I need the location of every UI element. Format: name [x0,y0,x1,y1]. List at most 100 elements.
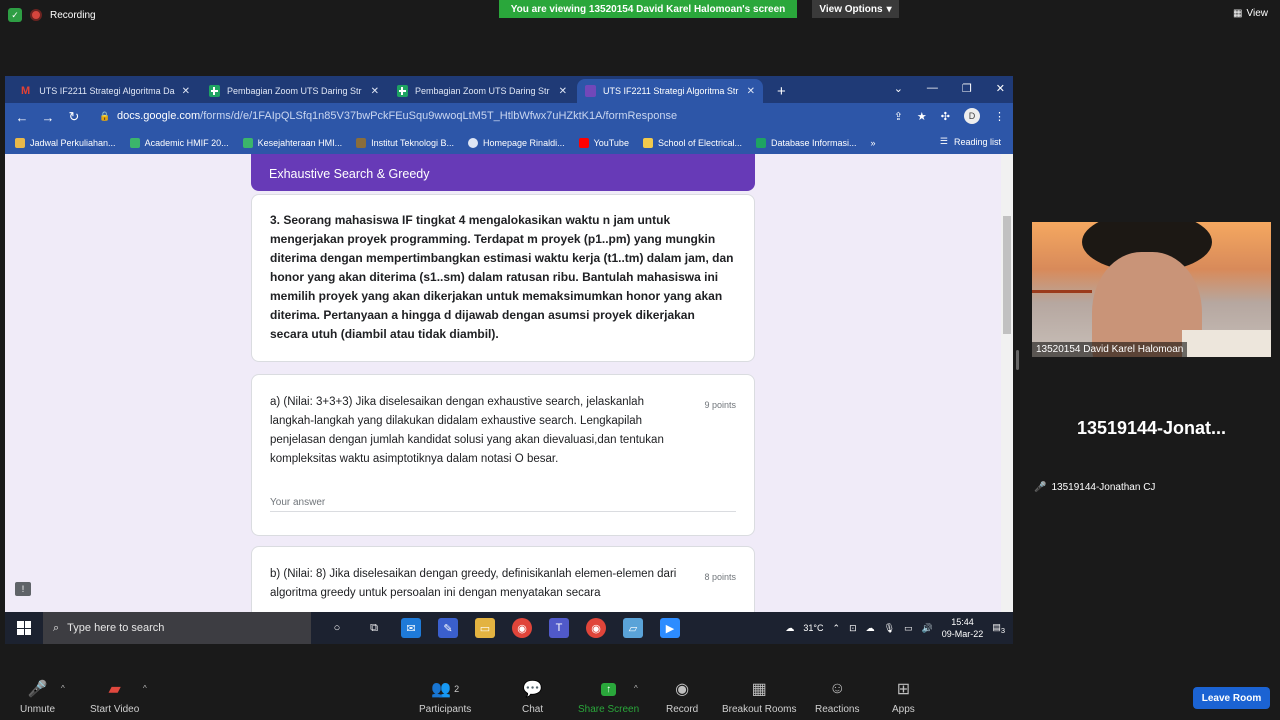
temperature[interactable]: 31°C [803,623,823,633]
url-path: /forms/d/e/1FAIpQLSfq1n85V37bwPckFEuSqu9… [200,110,678,122]
extensions-icon[interactable]: ✣ [941,110,950,123]
cloud-icon[interactable]: ☁ [866,623,875,634]
participant-video-1[interactable] [1032,222,1271,357]
cortana-icon[interactable]: ○ [327,618,347,638]
share-icon[interactable]: ⇪ [894,110,903,123]
volume-icon[interactable]: 🔊 [922,623,933,634]
breakout-rooms-icon: ▦ [751,681,767,698]
gmail-icon: M [21,85,31,97]
panel-resize-handle[interactable] [1016,350,1019,370]
chat-label: Chat [522,704,544,715]
start-video-button[interactable]: ▰ Start Video [90,680,139,715]
bookmark-star-icon[interactable]: ★ [917,110,927,123]
bookmarks-more-button[interactable]: » [871,138,876,148]
chevron-down-icon: ▾ [886,3,892,15]
breakout-rooms-button[interactable]: ▦ Breakout Rooms [722,680,796,715]
taskbar-search[interactable]: ⌕ Type here to search [43,612,311,644]
bookmark-label: Homepage Rinaldi... [483,137,565,148]
profile-avatar[interactable]: D [964,108,980,124]
file-explorer-icon[interactable]: ▭ [475,618,495,638]
battery-icon[interactable]: ▭ [904,623,913,634]
start-button[interactable] [5,621,43,635]
view-button-label: View [1246,8,1269,19]
task-view-icon[interactable]: ⧉ [364,618,384,638]
bookmark-item[interactable]: Academic HMIF 20... [129,137,229,148]
mail-icon[interactable]: ✉ [401,618,421,638]
forward-icon[interactable]: → [35,110,61,125]
bookmark-icon [15,137,25,148]
close-tab-icon[interactable]: ✕ [182,86,190,97]
question-a-text: a) (Nilai: 3+3+3) Jika diselesaikan deng… [270,396,664,465]
taskbar-apps: ○ ⧉ ✉ ✎ ▭ ◉ T ◉ ▱ ▶ [327,618,680,638]
chat-button[interactable]: 💬 Chat [522,680,543,715]
network-icon[interactable]: ⊡ [849,623,857,634]
participants-button[interactable]: 👥 2 Participants [419,680,471,715]
close-tab-icon[interactable]: ✕ [559,86,567,97]
close-window-icon[interactable]: ✕ [996,82,1005,95]
bookmark-item[interactable]: School of Electrical... [642,137,742,148]
clock[interactable]: 15:44 09-Mar-22 [942,616,984,640]
start-video-label: Start Video [90,704,140,715]
menu-icon[interactable]: ⋮ [994,110,1005,123]
pen-app-icon[interactable]: ✎ [438,618,458,638]
bookmark-item[interactable]: Institut Teknologi B... [356,137,454,148]
weather-icon[interactable]: ☁ [785,623,794,634]
leave-room-button[interactable]: Leave Room [1193,687,1270,709]
security-shield-icon[interactable]: ✓ [8,8,22,22]
bookmark-item[interactable]: Database Informasi... [756,137,857,148]
bookmark-icon [642,137,653,148]
view-button[interactable]: ▦ View [1233,8,1268,19]
browser-tab-1[interactable]: M UTS IF2211 Strategi Algoritma Da ✕ [13,79,198,103]
recording-icon [30,9,42,21]
record-button[interactable]: ◉ Record [666,680,698,715]
mic-icon[interactable]: 🎙 [884,623,895,634]
zoom-app-icon[interactable]: ▶ [660,618,680,638]
bookmark-item[interactable]: Kesejahteraan HMI... [242,137,342,148]
scrollbar-thumb[interactable] [1003,216,1011,334]
apps-button[interactable]: ⊞ Apps [892,680,915,715]
bookmark-item[interactable]: YouTube [578,137,629,148]
video-options-caret-icon[interactable]: ^ [143,684,147,693]
url-field[interactable]: docs.google.com/forms/d/e/1FAIpQLSfq1n85… [117,110,677,122]
close-tab-icon[interactable]: ✕ [747,86,755,97]
participant-2-label: 🎤 13519144-Jonathan CJ [1034,482,1155,493]
form-content: Exhaustive Search & Greedy 3. Seorang ma… [5,154,1001,612]
bookmark-icon [356,137,367,148]
bookmark-item[interactable]: Homepage Rinaldi... [468,137,565,148]
recording-label: Recording [50,9,96,21]
audio-options-caret-icon[interactable]: ^ [61,684,65,693]
globe-icon [468,137,479,148]
mic-muted-icon: 🎤 [1034,482,1047,493]
participant-video-2[interactable]: 13519144-Jonat... 🎤 13519144-Jonathan CJ [1032,362,1271,498]
close-tab-icon[interactable]: ✕ [371,86,379,97]
feedback-icon[interactable]: ! [15,582,31,596]
tab-search-icon[interactable]: ⌄ [894,82,903,95]
question-b-text: b) (Nilai: 8) Jika diselesaikan dengan g… [270,568,677,599]
minimize-icon[interactable]: — [927,82,938,95]
lock-icon[interactable]: 🔒 [99,111,110,121]
new-tab-button[interactable]: + [769,79,799,103]
forms-icon [585,85,596,97]
teams-icon[interactable]: T [549,618,569,638]
notes-app-icon[interactable]: ▱ [623,618,643,638]
question-b-card: b) (Nilai: 8) Jika diselesaikan dengan g… [251,546,755,612]
view-options-button[interactable]: View Options ▾ [812,0,899,18]
restore-icon[interactable]: ❐ [962,82,972,95]
share-options-caret-icon[interactable]: ^ [634,684,638,693]
tab-bar: M UTS IF2211 Strategi Algoritma Da ✕ Pem… [5,76,1013,103]
reload-icon[interactable]: ↻ [61,109,87,125]
chrome-profile-icon[interactable]: ◉ [586,618,606,638]
browser-tab-3[interactable]: Pembagian Zoom UTS Daring Str ✕ [389,79,575,103]
answer-input[interactable]: Your answer [270,493,325,512]
browser-tab-active[interactable]: UTS IF2211 Strategi Algoritma Str ✕ [577,79,763,103]
chrome-icon[interactable]: ◉ [512,618,532,638]
notification-icon[interactable]: ▤3 [992,622,1005,635]
bookmark-item[interactable]: Jadwal Perkuliahan... [15,137,116,148]
share-screen-button[interactable]: ↑ Share Screen [578,680,639,715]
browser-tab-2[interactable]: Pembagian Zoom UTS Daring Str ✕ [201,79,387,103]
back-icon[interactable]: ← [9,110,35,125]
reading-list-button[interactable]: ☰ Reading list [940,136,1001,147]
unmute-button[interactable]: 🎤 Unmute [20,680,55,715]
reactions-button[interactable]: ☺ Reactions [815,680,859,715]
tray-chevron-icon[interactable]: ⌃ [833,623,841,634]
